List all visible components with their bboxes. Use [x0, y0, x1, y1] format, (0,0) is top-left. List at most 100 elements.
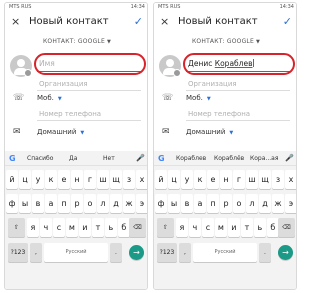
- key-в[interactable]: в: [32, 194, 44, 213]
- organization-input[interactable]: Организация: [37, 77, 141, 91]
- key-й[interactable]: й: [155, 170, 167, 189]
- numbers-key[interactable]: ?123: [157, 243, 177, 262]
- phone-number-input[interactable]: Номер телефона: [186, 107, 290, 121]
- key-а[interactable]: а: [194, 194, 206, 213]
- backspace-icon[interactable]: ⌫: [129, 218, 146, 237]
- phone-type-dropdown[interactable]: Моб. ▼: [37, 92, 62, 105]
- key-щ[interactable]: щ: [259, 170, 271, 189]
- space-bar[interactable]: Русский: [44, 243, 108, 262]
- suggestion[interactable]: Кора...ая: [250, 151, 278, 166]
- key-ж[interactable]: ж: [272, 194, 284, 213]
- key-з[interactable]: з: [272, 170, 284, 189]
- space-bar[interactable]: Русский: [193, 243, 257, 262]
- suggestion[interactable]: Да: [69, 151, 77, 166]
- key-м[interactable]: м: [66, 218, 78, 237]
- key-с[interactable]: с: [53, 218, 65, 237]
- key-и[interactable]: и: [228, 218, 240, 237]
- key-я[interactable]: я: [27, 218, 39, 237]
- phone-number-input[interactable]: Номер телефона: [37, 107, 141, 121]
- save-check-icon[interactable]: ✓: [283, 15, 292, 29]
- enter-arrow-icon[interactable]: →: [278, 245, 293, 260]
- key-п[interactable]: п: [58, 194, 70, 213]
- key-о[interactable]: о: [84, 194, 96, 213]
- account-selector[interactable]: КОНТАКТ: GOOGLE ▼: [5, 36, 147, 48]
- close-icon[interactable]: ×: [11, 15, 20, 29]
- key-и[interactable]: и: [79, 218, 91, 237]
- key-т[interactable]: т: [92, 218, 104, 237]
- key-л[interactable]: л: [97, 194, 109, 213]
- key-ы[interactable]: ы: [168, 194, 180, 213]
- phone-screen-left: MTS RUS 14:34 × Новый контакт ✓ КОНТАКТ:…: [4, 2, 148, 290]
- key-а[interactable]: а: [45, 194, 57, 213]
- backspace-icon[interactable]: ⌫: [278, 218, 295, 237]
- suggestion[interactable]: Кораблёв: [214, 151, 244, 166]
- key-ф[interactable]: ф: [6, 194, 18, 213]
- key-е[interactable]: е: [207, 170, 219, 189]
- key-ш[interactable]: ш: [246, 170, 258, 189]
- key-л[interactable]: л: [246, 194, 258, 213]
- period-key[interactable]: .: [110, 243, 122, 262]
- key-щ[interactable]: щ: [110, 170, 122, 189]
- shift-icon[interactable]: ⇧: [157, 218, 174, 237]
- account-selector[interactable]: КОНТАКТ: GOOGLE ▼: [154, 36, 296, 48]
- key-х[interactable]: х: [285, 170, 296, 189]
- organization-input[interactable]: Организация: [186, 77, 290, 91]
- suggestion[interactable]: Кораблев: [176, 151, 206, 166]
- comma-key[interactable]: ,: [179, 243, 191, 262]
- key-к[interactable]: к: [194, 170, 206, 189]
- key-р[interactable]: р: [71, 194, 83, 213]
- comma-key[interactable]: ,: [30, 243, 42, 262]
- key-в[interactable]: в: [181, 194, 193, 213]
- google-g-icon[interactable]: G: [158, 151, 165, 166]
- shift-icon[interactable]: ⇧: [8, 218, 25, 237]
- key-т[interactable]: т: [241, 218, 253, 237]
- mic-icon[interactable]: 🎤: [136, 151, 145, 166]
- key-д[interactable]: д: [110, 194, 122, 213]
- key-р[interactable]: р: [220, 194, 232, 213]
- key-о[interactable]: о: [233, 194, 245, 213]
- key-я[interactable]: я: [176, 218, 188, 237]
- key-ь[interactable]: ь: [254, 218, 266, 237]
- email-type-dropdown[interactable]: Домашний ▼: [37, 126, 84, 139]
- phone-type-label: Моб.: [186, 94, 203, 102]
- email-type-dropdown[interactable]: Домашний ▼: [186, 126, 233, 139]
- key-ч[interactable]: ч: [189, 218, 201, 237]
- close-icon[interactable]: ×: [160, 15, 169, 29]
- key-ш[interactable]: ш: [97, 170, 109, 189]
- key-е[interactable]: е: [58, 170, 70, 189]
- key-п[interactable]: п: [207, 194, 219, 213]
- phone-type-dropdown[interactable]: Моб. ▼: [186, 92, 211, 105]
- key-ч[interactable]: ч: [40, 218, 52, 237]
- key-н[interactable]: н: [71, 170, 83, 189]
- key-ь[interactable]: ь: [105, 218, 117, 237]
- key-ц[interactable]: ц: [19, 170, 31, 189]
- key-г[interactable]: г: [233, 170, 245, 189]
- mic-icon[interactable]: 🎤: [285, 151, 294, 166]
- key-ы[interactable]: ы: [19, 194, 31, 213]
- key-с[interactable]: с: [202, 218, 214, 237]
- suggestion[interactable]: Нет: [103, 151, 115, 166]
- key-к[interactable]: к: [45, 170, 57, 189]
- key-у[interactable]: у: [32, 170, 44, 189]
- key-ф[interactable]: ф: [155, 194, 167, 213]
- key-з[interactable]: з: [123, 170, 135, 189]
- key-э[interactable]: э: [285, 194, 296, 213]
- key-м[interactable]: м: [215, 218, 227, 237]
- avatar-camera-icon[interactable]: [159, 55, 181, 77]
- save-check-icon[interactable]: ✓: [134, 15, 143, 29]
- key-у[interactable]: у: [181, 170, 193, 189]
- key-э[interactable]: э: [136, 194, 147, 213]
- suggestion[interactable]: Спасибо: [27, 151, 53, 166]
- numbers-key[interactable]: ?123: [8, 243, 28, 262]
- key-г[interactable]: г: [84, 170, 96, 189]
- period-key[interactable]: .: [259, 243, 271, 262]
- enter-arrow-icon[interactable]: →: [129, 245, 144, 260]
- avatar-camera-icon[interactable]: [10, 55, 32, 77]
- key-д[interactable]: д: [259, 194, 271, 213]
- google-g-icon[interactable]: G: [9, 151, 16, 166]
- key-х[interactable]: х: [136, 170, 147, 189]
- key-ж[interactable]: ж: [123, 194, 135, 213]
- key-й[interactable]: й: [6, 170, 18, 189]
- key-н[interactable]: н: [220, 170, 232, 189]
- key-ц[interactable]: ц: [168, 170, 180, 189]
